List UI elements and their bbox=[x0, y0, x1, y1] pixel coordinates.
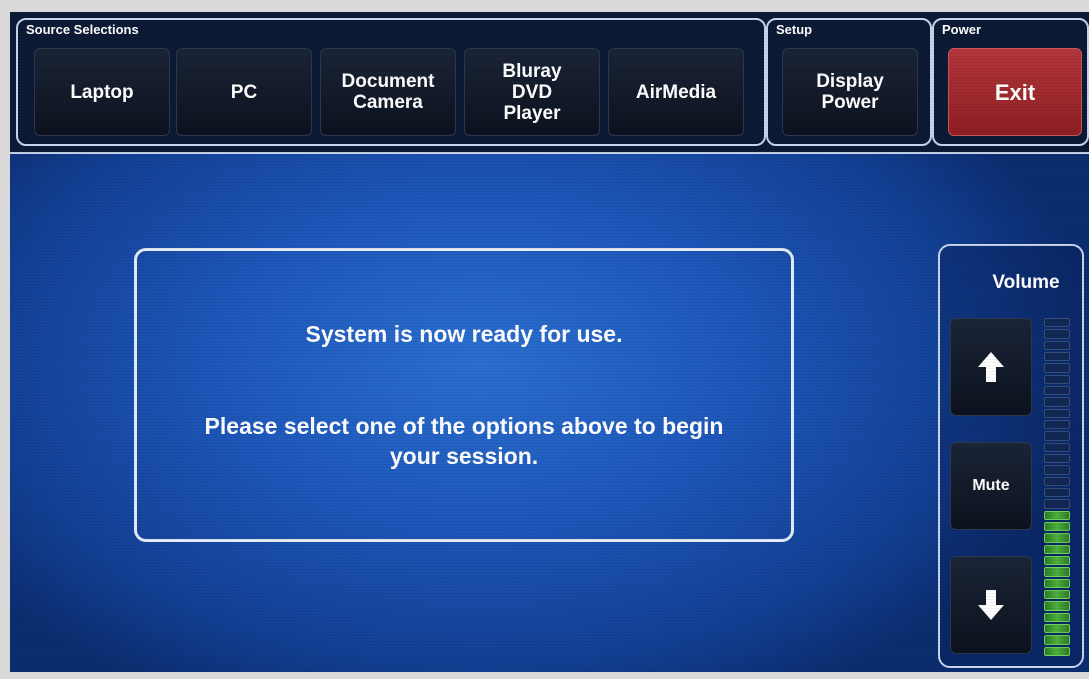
source-airmedia-button[interactable]: AirMedia bbox=[608, 48, 744, 136]
status-message-box: System is now ready for use. Please sele… bbox=[134, 248, 794, 542]
volume-down-button[interactable] bbox=[950, 556, 1032, 654]
source-selections-group: Source Selections Laptop PC Document Cam… bbox=[16, 18, 766, 146]
source-laptop-button[interactable]: Laptop bbox=[34, 48, 170, 136]
volume-meter-segment bbox=[1044, 499, 1070, 509]
display-power-button[interactable]: Display Power bbox=[782, 48, 918, 136]
volume-meter-segment bbox=[1044, 374, 1070, 384]
volume-meter-segment bbox=[1044, 419, 1070, 430]
volume-meter-segment bbox=[1044, 318, 1070, 328]
volume-level-meter bbox=[1044, 318, 1070, 656]
volume-meter-segment bbox=[1044, 465, 1070, 475]
volume-meter-segment bbox=[1044, 329, 1070, 339]
volume-meter-segment bbox=[1044, 555, 1070, 566]
instruction-message: Please select one of the options above t… bbox=[204, 413, 724, 469]
volume-meter-segment bbox=[1044, 397, 1070, 407]
volume-meter-segment bbox=[1044, 623, 1070, 634]
volume-meter-segment bbox=[1044, 408, 1070, 418]
volume-meter-segment bbox=[1044, 442, 1070, 452]
setup-group: Setup Display Power bbox=[766, 18, 932, 146]
volume-title: Volume bbox=[992, 272, 1060, 293]
volume-meter-segment bbox=[1044, 363, 1070, 373]
volume-meter-segment bbox=[1044, 567, 1070, 577]
ready-message: System is now ready for use. bbox=[305, 321, 623, 347]
volume-meter-segment bbox=[1044, 351, 1070, 362]
volume-meter-segment bbox=[1044, 612, 1070, 622]
volume-meter-segment bbox=[1044, 431, 1070, 441]
touch-panel-screen: Source Selections Laptop PC Document Cam… bbox=[10, 12, 1089, 672]
volume-up-button[interactable] bbox=[950, 318, 1032, 416]
volume-meter-segment bbox=[1044, 544, 1070, 554]
volume-meter-segment bbox=[1044, 578, 1070, 588]
volume-meter-segment bbox=[1044, 476, 1070, 486]
volume-meter-segment bbox=[1044, 521, 1070, 532]
volume-meter-segment bbox=[1044, 340, 1070, 350]
power-label: Power bbox=[942, 22, 982, 37]
arrow-down-icon bbox=[978, 590, 1004, 620]
setup-label: Setup bbox=[776, 22, 813, 37]
volume-meter-segment bbox=[1044, 589, 1070, 600]
source-pc-button[interactable]: PC bbox=[176, 48, 312, 136]
top-control-bar: Source Selections Laptop PC Document Cam… bbox=[10, 12, 1089, 154]
volume-meter-segment bbox=[1044, 385, 1070, 396]
volume-meter-segment bbox=[1044, 487, 1070, 498]
source-selections-label: Source Selections bbox=[26, 22, 139, 37]
mute-button[interactable]: Mute bbox=[950, 442, 1032, 530]
arrow-up-icon bbox=[978, 352, 1004, 382]
power-group: Power Exit bbox=[932, 18, 1089, 146]
source-bluray-dvd-player-button[interactable]: Bluray DVD Player bbox=[464, 48, 600, 136]
volume-meter-segment bbox=[1044, 510, 1070, 520]
volume-meter-segment bbox=[1044, 601, 1070, 611]
volume-meter-segment bbox=[1044, 453, 1070, 464]
volume-meter-segment bbox=[1044, 533, 1070, 543]
volume-meter-segment bbox=[1044, 635, 1070, 645]
exit-button[interactable]: Exit bbox=[948, 48, 1082, 136]
source-document-camera-button[interactable]: Document Camera bbox=[320, 48, 456, 136]
volume-meter-segment bbox=[1044, 646, 1070, 656]
volume-panel: Volume Mute bbox=[938, 244, 1084, 668]
